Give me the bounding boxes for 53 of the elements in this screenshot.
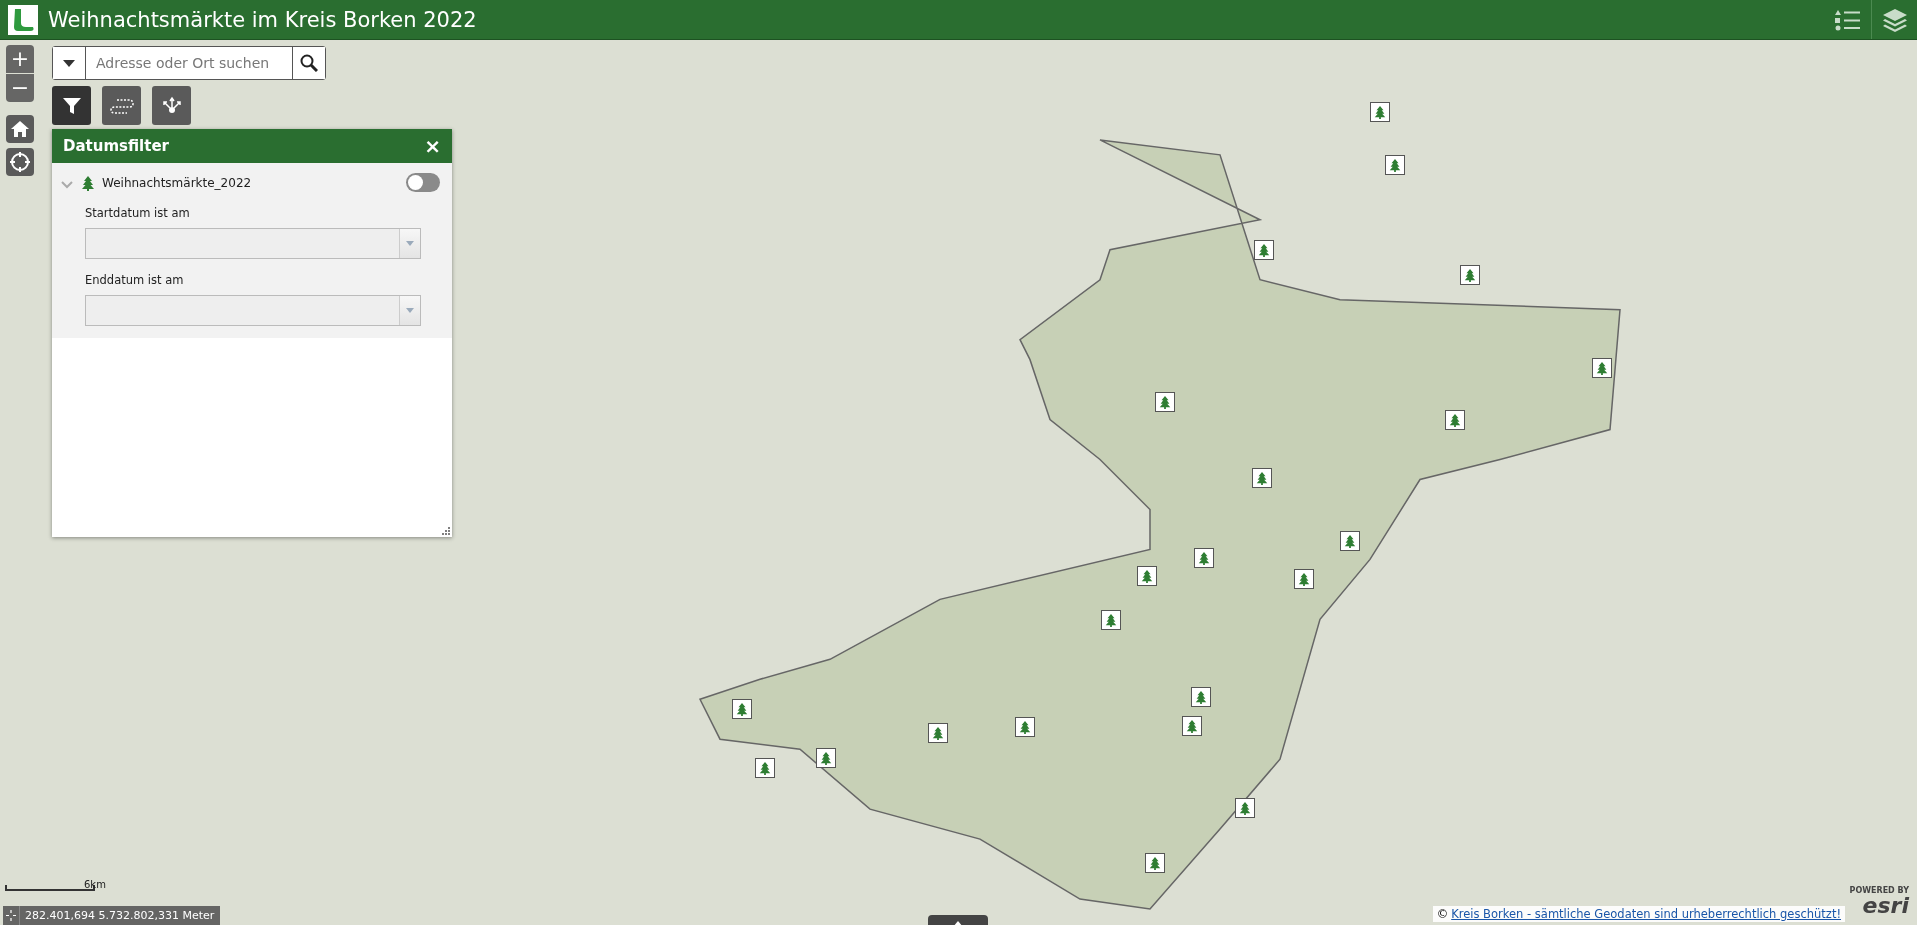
map-marker[interactable] (1294, 569, 1315, 590)
map-marker[interactable] (927, 723, 948, 744)
layer-name: Weihnachtsmärkte_2022 (102, 175, 253, 190)
route-tool-button[interactable] (102, 86, 141, 125)
map-marker[interactable] (1254, 240, 1275, 261)
coordinate-text: 282.401,694 5.732.802,331 Meter (25, 909, 215, 922)
search-button[interactable] (292, 47, 325, 79)
close-button[interactable]: × (424, 134, 441, 158)
map-marker[interactable] (1444, 410, 1465, 431)
resize-grip-icon[interactable] (442, 527, 450, 535)
esri-logo: esri (1862, 895, 1909, 917)
tree-icon (80, 174, 96, 191)
caret-icon (406, 308, 414, 313)
search-icon (300, 54, 318, 72)
legend-icon (1835, 8, 1861, 31)
scale-label: 6km (84, 879, 106, 890)
map-marker[interactable] (1182, 716, 1202, 736)
map-marker[interactable] (732, 698, 753, 719)
copyright-symbol: © (1436, 907, 1449, 921)
app-logo (8, 4, 38, 35)
filter-tool-button[interactable] (52, 86, 91, 125)
layer-toggle[interactable] (406, 173, 440, 192)
panel-title: Datumsfilter (63, 137, 169, 155)
map-marker[interactable] (1339, 531, 1360, 552)
caret-icon (63, 59, 75, 67)
map-marker[interactable] (1101, 609, 1122, 630)
caret-icon (406, 241, 414, 246)
layers-icon (1881, 7, 1908, 32)
map-marker[interactable] (1014, 717, 1035, 738)
share-tool-button[interactable] (152, 86, 191, 125)
map-marker[interactable] (1155, 392, 1176, 412)
attribution-link[interactable]: Kreis Borken - sämtliche Geodaten sind urheberrechtlich geschützt! (1451, 907, 1841, 921)
map-marker[interactable] (816, 747, 837, 768)
filter-icon (61, 95, 82, 116)
search-source-dropdown[interactable] (53, 47, 86, 79)
map-marker[interactable] (1370, 102, 1391, 123)
locate-button[interactable] (6, 148, 34, 176)
map-marker[interactable] (1194, 548, 1215, 569)
zoom-out-button[interactable]: − (6, 74, 34, 102)
zoom-in-button[interactable]: + (6, 45, 34, 73)
app-title: Weihnachtsmärkte im Kreis Borken 2022 (48, 7, 478, 32)
home-icon (10, 120, 30, 138)
share-icon (160, 95, 183, 116)
map-marker[interactable] (755, 757, 776, 778)
powered-by-text: POWERED BY (1849, 886, 1909, 895)
search-bar[interactable]: Adresse oder Ort suchen (52, 46, 326, 80)
map-marker[interactable] (1145, 852, 1166, 873)
locate-icon (9, 151, 31, 173)
attribute-table-handle[interactable] (928, 915, 988, 925)
home-button[interactable] (6, 115, 34, 143)
crosshair-icon[interactable] (3, 906, 20, 925)
field-label: Enddatum ist am (85, 273, 185, 287)
field-label: Startdatum ist am (85, 206, 191, 220)
